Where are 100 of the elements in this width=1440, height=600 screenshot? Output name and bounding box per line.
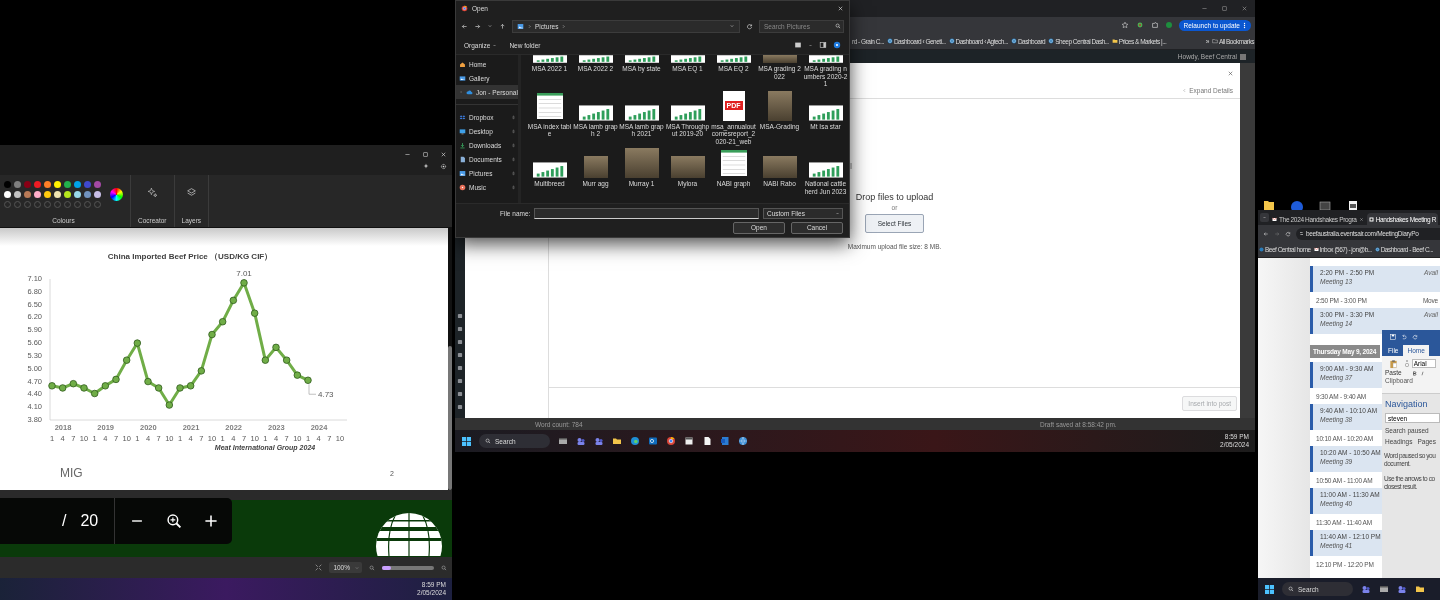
star-icon[interactable] xyxy=(1120,21,1129,29)
avatar-circle[interactable] xyxy=(1165,22,1172,28)
start-icon[interactable] xyxy=(1265,584,1274,594)
colour-swatch[interactable] xyxy=(64,191,71,198)
photo-placeholder xyxy=(762,55,797,63)
search-icon xyxy=(835,23,841,29)
admin-menu-icon[interactable] xyxy=(457,313,463,319)
scrollbar-thumb[interactable] xyxy=(850,163,852,169)
close-icon xyxy=(1358,216,1364,222)
zoom-in-icon[interactable] xyxy=(166,513,183,529)
refresh-icon[interactable] xyxy=(746,22,753,30)
globe-icon[interactable] xyxy=(737,436,748,446)
sparkle-icon[interactable] xyxy=(423,163,429,169)
colour-swatch[interactable] xyxy=(64,181,71,188)
puzzle-icon[interactable] xyxy=(1150,21,1159,29)
admin-menu-icon[interactable] xyxy=(457,326,463,332)
mail-icon[interactable] xyxy=(647,436,658,446)
fit-icon[interactable] xyxy=(315,564,323,571)
chevron-icon xyxy=(527,23,532,29)
preview-pane-icon[interactable] xyxy=(819,41,827,49)
window-icon[interactable] xyxy=(557,436,568,446)
colour-swatch[interactable] xyxy=(44,181,51,188)
data-point xyxy=(69,380,78,388)
settings-icon[interactable] xyxy=(440,162,447,170)
bold-icon[interactable] xyxy=(1411,371,1417,376)
reload-icon[interactable] xyxy=(1285,230,1291,237)
extension-icon[interactable] xyxy=(1135,21,1144,29)
help-icon[interactable] xyxy=(833,41,841,49)
scrollbar-thumb[interactable] xyxy=(448,345,452,490)
admin-menu-icon[interactable] xyxy=(457,339,463,345)
clipboard-icon xyxy=(1388,359,1398,369)
chart-thumbnail xyxy=(808,162,843,178)
up-icon[interactable] xyxy=(499,22,506,30)
circle-app-icon[interactable] xyxy=(665,436,676,446)
browser-icon[interactable] xyxy=(629,436,640,446)
folder-icon[interactable] xyxy=(611,436,622,446)
colour-swatch[interactable] xyxy=(74,181,81,188)
site-icon xyxy=(886,38,893,44)
pin-icon xyxy=(511,142,516,148)
site-icon xyxy=(948,38,955,44)
redo-icon[interactable] xyxy=(1412,333,1418,340)
window-icon[interactable] xyxy=(1378,584,1389,594)
save-icon[interactable] xyxy=(1390,333,1396,340)
minimize-icon[interactable] xyxy=(1201,5,1208,12)
colour-swatch[interactable] xyxy=(4,191,11,198)
page-app-icon[interactable] xyxy=(719,436,730,446)
slide-footer: MIG xyxy=(60,466,83,480)
data-point xyxy=(154,384,163,392)
colour-swatch[interactable] xyxy=(34,191,41,198)
zoom-out-icon[interactable] xyxy=(369,564,375,571)
photo-placeholder xyxy=(762,156,797,178)
file-name-field[interactable] xyxy=(534,207,759,219)
calendar-icon[interactable] xyxy=(683,436,694,446)
people-icon[interactable] xyxy=(1396,584,1407,594)
site-icon xyxy=(1259,247,1264,252)
admin-menu-icon[interactable] xyxy=(457,365,463,371)
photo-placeholder xyxy=(583,156,608,178)
colour-swatch[interactable] xyxy=(14,191,21,198)
back-icon[interactable] xyxy=(1263,230,1269,237)
admin-menu-icon[interactable] xyxy=(457,378,463,384)
colour-swatch[interactable] xyxy=(4,181,11,188)
admin-menu-icon[interactable] xyxy=(457,404,463,410)
close-icon[interactable] xyxy=(1227,69,1234,77)
data-point xyxy=(197,367,206,375)
colour-swatch[interactable] xyxy=(44,191,51,198)
photo-placeholder xyxy=(624,148,659,178)
colour-swatch[interactable] xyxy=(14,181,21,188)
folder-icon xyxy=(1211,38,1218,44)
colour-swatch[interactable] xyxy=(34,181,41,188)
undo-icon[interactable] xyxy=(1401,333,1407,340)
colour-swatch[interactable] xyxy=(74,191,81,198)
people-icon[interactable] xyxy=(593,436,604,446)
document-icon[interactable] xyxy=(1346,200,1360,210)
back-icon[interactable] xyxy=(461,22,468,30)
colour-swatch[interactable] xyxy=(84,191,91,198)
layers-icon xyxy=(185,187,197,198)
colour-swatch[interactable] xyxy=(84,181,91,188)
chart-thumbnail xyxy=(670,55,705,63)
colour-swatch[interactable] xyxy=(54,181,61,188)
dropdown-icon xyxy=(729,23,735,29)
colour-swatch[interactable] xyxy=(94,191,101,198)
people-icon[interactable] xyxy=(575,436,586,446)
maximize-icon[interactable] xyxy=(1221,5,1228,12)
colour-swatch[interactable] xyxy=(24,191,31,198)
admin-menu-icon[interactable] xyxy=(457,352,463,358)
colour-swatch[interactable] xyxy=(24,181,31,188)
plus-icon[interactable] xyxy=(204,514,219,528)
data-point xyxy=(58,384,67,392)
start-icon[interactable] xyxy=(462,436,471,446)
colour-swatch[interactable] xyxy=(54,191,61,198)
colour-picker-icon[interactable] xyxy=(110,188,123,201)
chart-thumbnail xyxy=(808,104,843,121)
caret-icon xyxy=(354,564,360,571)
zoom-slider[interactable] xyxy=(382,565,434,570)
data-label: 4.73 xyxy=(318,390,334,400)
close-icon[interactable] xyxy=(1241,5,1248,12)
folder-icon[interactable] xyxy=(1414,584,1425,594)
admin-menu-icon[interactable] xyxy=(457,391,463,397)
people-icon[interactable] xyxy=(1360,584,1371,594)
colour-swatch[interactable] xyxy=(94,181,101,188)
